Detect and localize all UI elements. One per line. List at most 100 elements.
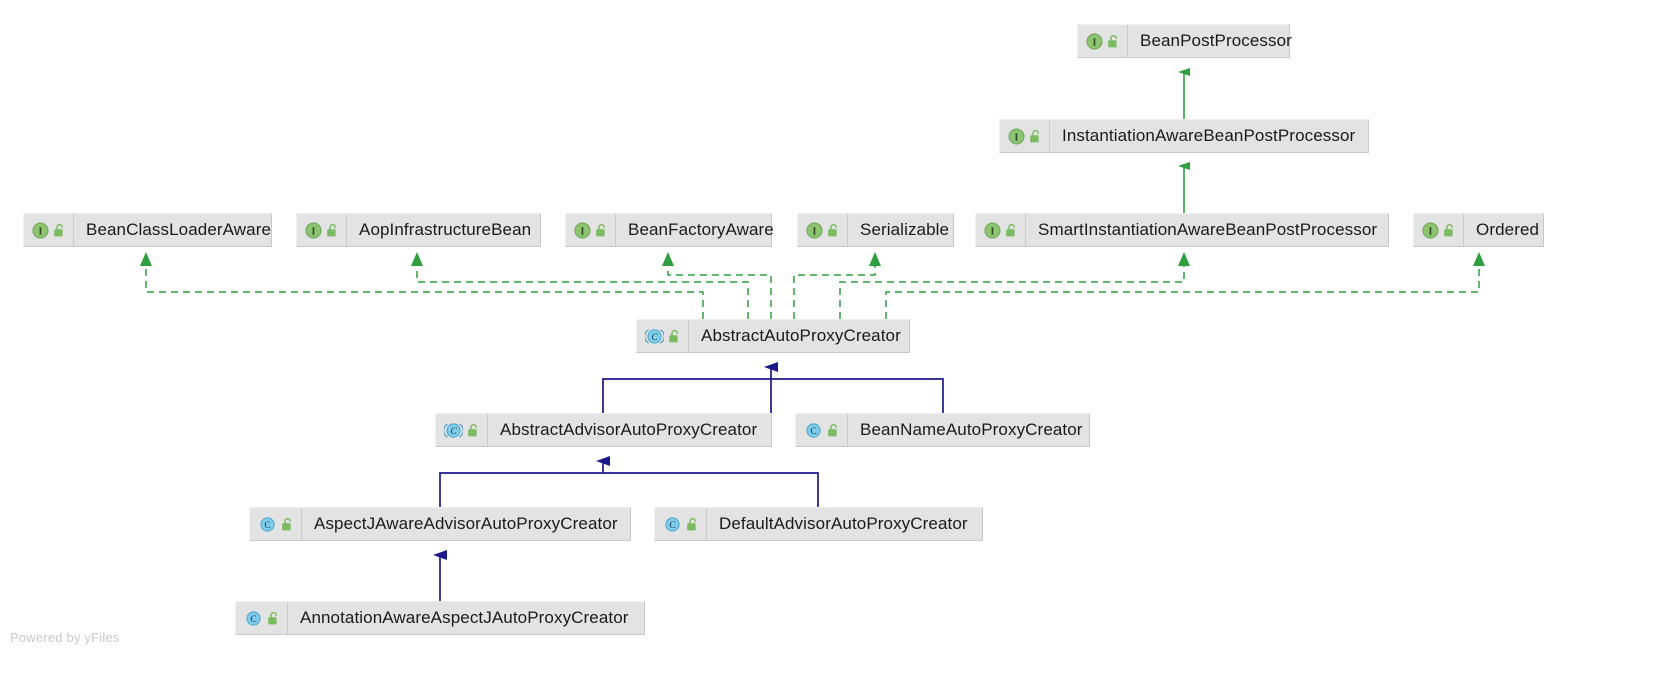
lock-public-icon (282, 517, 291, 530)
class-icon: C (806, 422, 821, 438)
edge-group-aaapc-children (439, 456, 819, 507)
svg-text:C: C (264, 521, 270, 531)
lock-public-icon (669, 329, 678, 342)
class-node-aaapc[interactable]: C AbstractAdvisorAutoProxyCreator (435, 413, 772, 447)
class-icon: C (260, 516, 275, 532)
node-label: AspectJAwareAdvisorAutoProxyCreator (314, 514, 618, 533)
class-node-ord[interactable]: I Ordered (1413, 213, 1544, 247)
node-icon-group: I (976, 214, 1026, 246)
node-label: Ordered (1476, 220, 1540, 239)
svg-text:C: C (651, 333, 658, 343)
interface-icon: I (32, 222, 49, 238)
edge-aapc-to-bcla-head (140, 252, 152, 266)
svg-text:C: C (810, 427, 816, 437)
lock-public-icon (828, 423, 837, 436)
lock-public-icon (1006, 223, 1015, 236)
lock-public-icon (1444, 223, 1453, 236)
node-label: AopInfrastructureBean (359, 220, 532, 239)
edge-aapc-to-ord (885, 266, 1480, 319)
node-label: BeanFactoryAware (628, 220, 774, 239)
node-icon-group: I (798, 214, 848, 246)
node-label: AbstractAdvisorAutoProxyCreator (500, 420, 758, 439)
lock-public-icon (1030, 129, 1039, 142)
class-node-bnapc[interactable]: C BeanNameAutoProxyCreator (795, 413, 1090, 447)
node-icon-group: C (796, 414, 848, 446)
node-icon-group: I (24, 214, 74, 246)
class-node-ser[interactable]: I Serializable (797, 213, 954, 247)
edge-aapc-to-ord-head (1473, 252, 1485, 266)
node-label: SmartInstantiationAwareBeanPostProcessor (1038, 220, 1378, 239)
interface-icon: I (1086, 33, 1103, 49)
class-node-aib[interactable]: I AopInfrastructureBean (296, 213, 541, 247)
svg-text:I: I (1093, 37, 1097, 48)
edge-aapc-to-siabpp (839, 266, 1185, 319)
svg-text:I: I (39, 226, 43, 237)
class-diagram-canvas: I BeanPostProcessor I InstantiationAwareBea… (0, 0, 1666, 700)
svg-text:I: I (1015, 132, 1019, 143)
node-label: BeanPostProcessor (1140, 31, 1292, 50)
interface-icon: I (574, 222, 591, 238)
lock-public-icon (468, 423, 477, 436)
node-icon-group: C (250, 508, 302, 540)
node-icon-group: I (1000, 120, 1050, 152)
node-icon-group: C (236, 602, 288, 634)
lock-public-icon (327, 223, 336, 236)
class-node-ajaapc[interactable]: C AspectJAwareAdvisorAutoProxyCreator (249, 507, 631, 541)
lock-public-icon (828, 223, 837, 236)
svg-text:I: I (312, 226, 316, 237)
lock-public-icon (268, 611, 277, 624)
interface-icon: I (305, 222, 322, 238)
node-icon-group: I (1414, 214, 1464, 246)
node-label: DefaultAdvisorAutoProxyCreator (719, 514, 968, 533)
edge-aapc-to-bfa-head (662, 252, 674, 266)
class-node-bcla[interactable]: I BeanClassLoaderAware (23, 213, 272, 247)
svg-text:C: C (669, 521, 675, 531)
svg-text:C: C (450, 427, 457, 437)
node-icon-group: C (637, 320, 689, 352)
abstract-class-icon: C (444, 422, 463, 438)
node-label: AbstractAutoProxyCreator (701, 326, 901, 345)
interface-icon: I (984, 222, 1001, 238)
node-label: BeanNameAutoProxyCreator (860, 420, 1083, 439)
yfiles-watermark: Powered by yFiles (10, 630, 120, 645)
node-icon-group: I (566, 214, 616, 246)
node-icon-group: I (297, 214, 347, 246)
svg-text:I: I (581, 226, 585, 237)
edge-aapc-to-bfa (667, 266, 772, 319)
svg-text:I: I (813, 226, 817, 237)
class-node-iabpp[interactable]: I InstantiationAwareBeanPostProcessor (999, 119, 1369, 153)
node-label: InstantiationAwareBeanPostProcessor (1062, 126, 1356, 145)
node-icon-group: C (655, 508, 707, 540)
interface-icon: I (1008, 128, 1025, 144)
lock-public-icon (1108, 34, 1117, 47)
edge-aapc-to-bcla (145, 266, 704, 319)
node-label: Serializable (860, 220, 950, 239)
node-icon-group: C (436, 414, 488, 446)
svg-text:I: I (991, 226, 995, 237)
class-node-aaajapc[interactable]: C AnnotationAwareAspectJAutoProxyCreator (235, 601, 645, 635)
class-node-aapc[interactable]: C AbstractAutoProxyCreator (636, 319, 910, 353)
node-icon-group: I (1078, 25, 1128, 57)
interface-icon: I (1422, 222, 1439, 238)
edge-aapc-to-siabpp-head (1178, 252, 1190, 266)
class-node-bfa[interactable]: I BeanFactoryAware (565, 213, 774, 247)
svg-text:C: C (250, 615, 256, 625)
node-label: AnnotationAwareAspectJAutoProxyCreator (300, 608, 629, 627)
abstract-class-icon: C (645, 328, 664, 344)
node-label: BeanClassLoaderAware (86, 220, 272, 239)
edge-group-aapc-children (602, 362, 944, 413)
edge-aapc-to-ser-head (869, 252, 881, 266)
lock-public-icon (687, 517, 696, 530)
svg-text:I: I (1429, 226, 1433, 237)
lock-public-icon (596, 223, 605, 236)
class-icon: C (246, 610, 261, 626)
interface-icon: I (806, 222, 823, 238)
class-node-bpp[interactable]: I BeanPostProcessor (1077, 24, 1292, 58)
edge-aapc-to-aib (416, 266, 749, 319)
edge-aapc-to-ser (793, 266, 876, 319)
edge-aapc-to-aib-head (411, 252, 423, 266)
class-node-dapc[interactable]: C DefaultAdvisorAutoProxyCreator (654, 507, 983, 541)
lock-public-icon (54, 223, 63, 236)
class-icon: C (665, 516, 680, 532)
class-node-siabpp[interactable]: I SmartInstantiationAwareBeanPostProcesso… (975, 213, 1389, 247)
